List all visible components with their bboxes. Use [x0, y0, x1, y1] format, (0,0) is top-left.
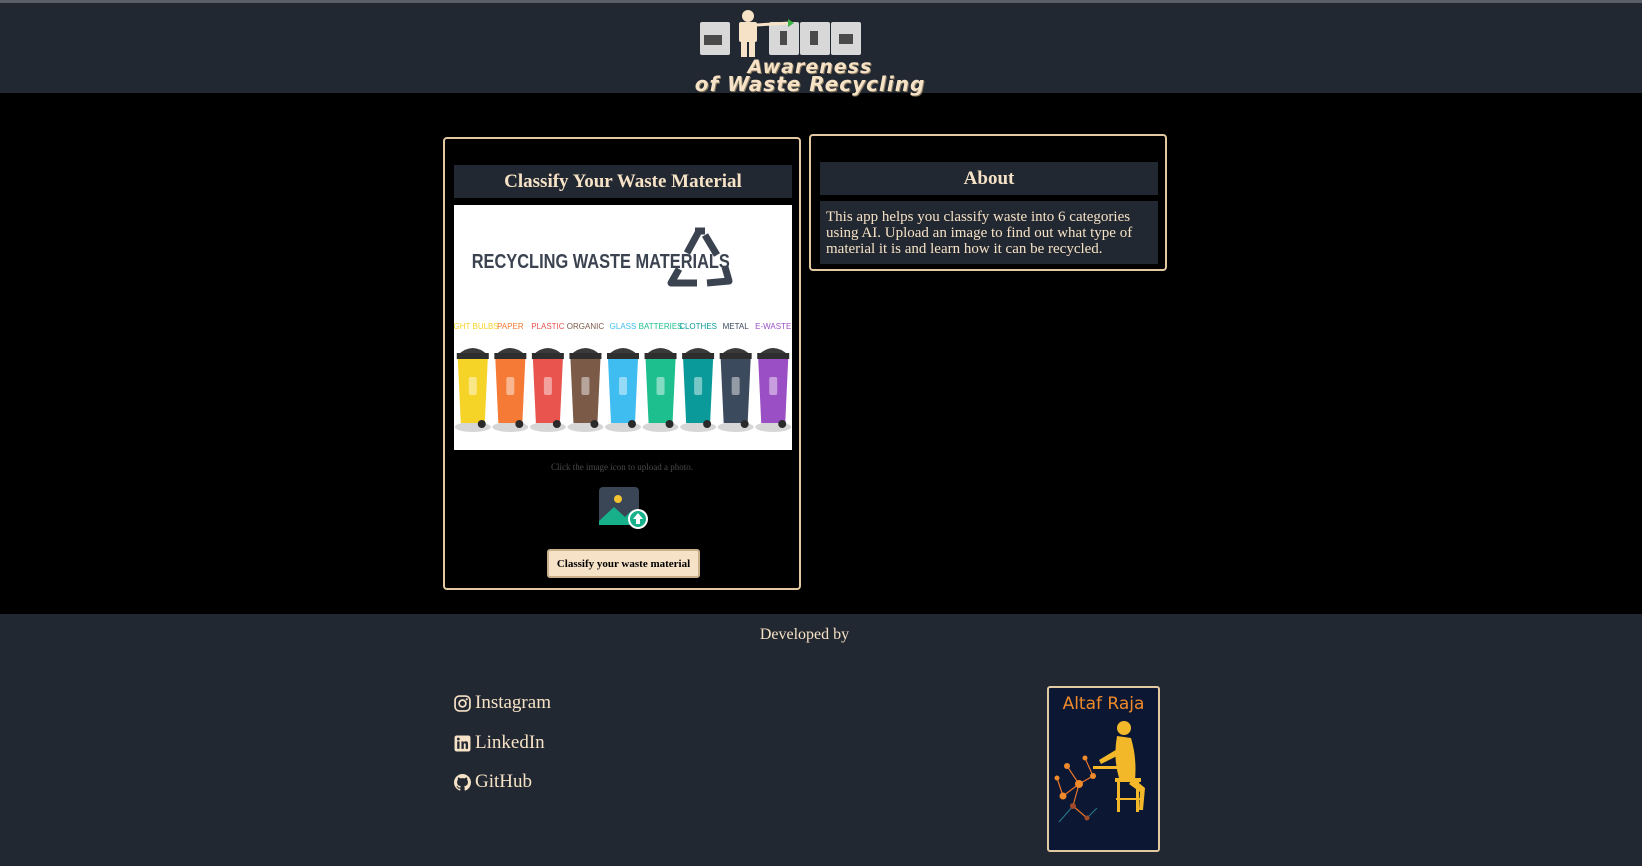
- waste-bin: PAPER: [492, 322, 529, 432]
- bin-label: PLASTIC: [531, 322, 565, 331]
- developer-avatar-icon: [1054, 721, 1145, 823]
- bin-label: GLASS: [610, 322, 637, 331]
- upload-hint: Click the image icon to upload a photo.: [551, 462, 693, 472]
- logo-title-line2: of Waste Recycling: [694, 72, 926, 96]
- developer-profile-card[interactable]: Altaf Raja: [1047, 686, 1160, 852]
- instagram-link[interactable]: Instagram: [454, 692, 551, 714]
- image-heading: RECYCLING WASTE MATERIALS: [472, 249, 730, 272]
- waste-bin: BATTERIES: [639, 322, 683, 432]
- bin-label: METAL: [723, 322, 750, 331]
- waste-bin: PLASTIC: [529, 322, 566, 432]
- recycling-bins-logo-icon: [700, 10, 861, 57]
- waste-bin: LIGHT BULBS: [454, 322, 499, 432]
- image-upload-icon[interactable]: [598, 485, 650, 531]
- classify-card-title: Classify Your Waste Material: [454, 165, 792, 198]
- waste-bin: E-WASTE: [755, 322, 791, 432]
- github-icon: [454, 773, 471, 791]
- recycling-waste-materials-image: RECYCLING WASTE MATERIALS LIGHT BULBSPAP…: [454, 205, 792, 450]
- about-card-title: About: [820, 162, 1158, 195]
- bin-label: BATTERIES: [639, 322, 683, 331]
- waste-bin: METAL: [717, 322, 754, 432]
- classify-button[interactable]: Classify your waste material: [547, 549, 700, 578]
- waste-bin: GLASS: [605, 322, 641, 432]
- linkedin-icon: [454, 735, 471, 751]
- instagram-link-label: Instagram: [475, 692, 551, 713]
- waste-bin: ORGANIC: [567, 322, 605, 432]
- linkedin-link[interactable]: LinkedIn: [454, 732, 545, 754]
- bin-label: PAPER: [497, 322, 524, 331]
- bin-label: CLOTHES: [679, 322, 717, 331]
- about-description: This app helps you classify waste into 6…: [820, 201, 1158, 264]
- waste-bin: CLOTHES: [679, 322, 717, 432]
- site-logo[interactable]: Awareness of Waste Recycling: [650, 7, 970, 96]
- github-link-label: GitHub: [475, 771, 532, 792]
- classify-card: Classify Your Waste Material RECYCLING W…: [443, 137, 801, 590]
- bin-label: ORGANIC: [567, 322, 605, 331]
- instagram-icon: [454, 694, 471, 712]
- bin-label: LIGHT BULBS: [454, 322, 499, 331]
- github-link[interactable]: GitHub: [454, 771, 532, 793]
- site-header: Awareness of Waste Recycling: [0, 3, 1642, 96]
- bin-label: E-WASTE: [755, 322, 791, 331]
- site-footer: Developed by Instagram LinkedIn GitHub A…: [0, 614, 1642, 866]
- linkedin-link-label: LinkedIn: [475, 732, 545, 753]
- about-card: About This app helps you classify waste …: [809, 134, 1167, 271]
- developed-by-label: Developed by: [759, 626, 850, 643]
